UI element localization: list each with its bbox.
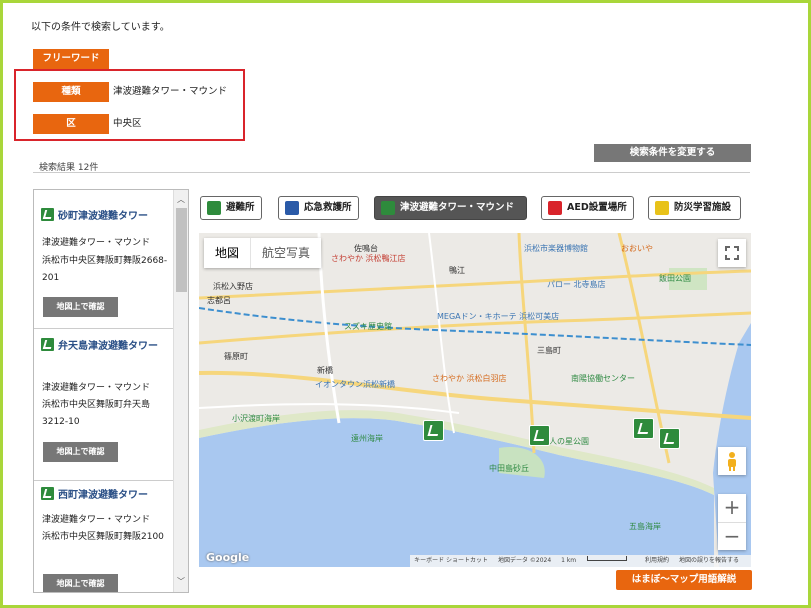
map-glossary-button[interactable]: はまぼ～マップ用語解説 xyxy=(616,570,752,590)
change-conditions-button[interactable]: 検索条件を変更する xyxy=(594,144,751,162)
tsunami-tower-marker[interactable] xyxy=(423,420,444,441)
map-label: イオンタウン浜松新橋 xyxy=(315,380,395,389)
zoom-control[interactable]: + − xyxy=(718,494,746,550)
zoom-out-button[interactable]: − xyxy=(718,523,746,551)
category-tsunami-tower-button[interactable]: 津波避難タワー・マウンド xyxy=(374,196,527,220)
map-label: 三島町 xyxy=(537,346,561,355)
map-label: 浜松入野店 xyxy=(213,282,253,291)
shelter-icon xyxy=(207,201,221,215)
first-aid-icon xyxy=(285,201,299,215)
tsunami-tower-marker[interactable] xyxy=(529,425,550,446)
scale-text: 1 km xyxy=(561,556,635,564)
terms-link[interactable]: 利用規約 xyxy=(645,557,669,564)
learning-facility-icon xyxy=(655,201,669,215)
scrollbar-thumb[interactable] xyxy=(176,208,187,292)
map-label: 篠原町 xyxy=(224,352,248,361)
map-label: 中田島砂丘 xyxy=(489,464,529,473)
results-list[interactable]: 砂町津波避難タワー 津波避難タワー・マウンド 浜松市中央区舞阪町舞阪2668-2… xyxy=(33,189,189,593)
freeword-label: フリーワード xyxy=(33,49,109,69)
report-error-link[interactable]: 地図の誤りを報告する xyxy=(679,557,739,564)
fullscreen-icon xyxy=(725,246,739,260)
map-label: スズキ歴史館 xyxy=(344,322,392,331)
item-type: 津波避難タワー・マウンド xyxy=(42,515,151,525)
map-label: MEGAドン・キホーテ 浜松可美店 xyxy=(437,312,560,321)
map-label: 南陽協働センター xyxy=(571,374,635,383)
map-label: 浜松市楽器博物館 xyxy=(524,244,588,253)
map-tab-satellite[interactable]: 航空写真 xyxy=(250,238,321,268)
tsunami-tower-icon xyxy=(381,201,395,215)
show-on-map-button[interactable]: 地図上で確認 xyxy=(43,442,118,462)
item-address: 浜松市中央区舞阪町弁天島3212-10 xyxy=(42,400,151,427)
list-item: 弁天島津波避難タワー 津波避難タワー・マウンド 浜松市中央区舞阪町弁天島3212… xyxy=(34,329,173,481)
map-label: パロー 北寺島店 xyxy=(547,280,606,289)
item-title[interactable]: 砂町津波避難タワー xyxy=(41,208,171,224)
ward-label: 区 xyxy=(33,114,109,134)
aed-icon xyxy=(548,201,562,215)
map-label: 志都呂 xyxy=(207,296,231,305)
item-title[interactable]: 弁天島津波避難タワー xyxy=(41,338,171,354)
list-scrollbar[interactable]: ︿ ﹀ xyxy=(173,190,188,592)
map-label: さわやか 浜松鴨江店 xyxy=(331,254,406,263)
chevron-up-icon[interactable]: ︿ xyxy=(177,194,185,205)
divider xyxy=(33,172,750,173)
map-label: 小沢渡町海岸 xyxy=(232,414,280,423)
item-type: 津波避難タワー・マウンド xyxy=(42,238,151,248)
zoom-in-button[interactable]: + xyxy=(718,494,746,522)
category-aed-button[interactable]: AED設置場所 xyxy=(541,196,634,220)
item-title[interactable]: 西町津波避難タワー xyxy=(41,487,171,503)
map-label: おおいや xyxy=(621,244,653,253)
map-label: 遠州海岸 xyxy=(351,434,383,443)
map-label: 鴨江 xyxy=(449,266,465,275)
search-conditions-intro: 以下の条件で検索しています。 xyxy=(31,22,170,33)
pegman-icon xyxy=(728,452,736,471)
type-label: 種類 xyxy=(33,82,109,102)
google-logo: Google xyxy=(206,551,250,564)
tsunami-tower-marker[interactable] xyxy=(633,418,654,439)
category-learning-button[interactable]: 防災学習施設 xyxy=(648,196,741,220)
scale-bar xyxy=(587,556,628,561)
item-type: 津波避難タワー・マウンド xyxy=(42,383,151,393)
chevron-down-icon[interactable]: ﹀ xyxy=(177,576,185,587)
map-data-text: 地図データ ©2024 xyxy=(497,557,552,564)
list-item: 西町津波避難タワー 津波避難タワー・マウンド 浜松市中央区舞阪町舞阪2100 地… xyxy=(34,481,173,592)
category-shelter-button[interactable]: 避難所 xyxy=(200,196,262,220)
item-address: 浜松市中央区舞阪町舞阪2668-201 xyxy=(42,256,168,283)
map-attribution: キーボード ショートカット 地図データ ©2024 1 km 利用規約 地図の誤… xyxy=(410,555,751,567)
type-value: 津波避難タワー・マウンド xyxy=(113,86,228,97)
ward-value: 中央区 xyxy=(113,118,142,129)
fullscreen-button[interactable] xyxy=(718,239,746,267)
show-on-map-button[interactable]: 地図上で確認 xyxy=(43,297,118,317)
category-first-aid-button[interactable]: 応急救護所 xyxy=(278,196,359,220)
tsunami-tower-icon xyxy=(41,338,54,351)
map-label: 五島海岸 xyxy=(629,522,661,531)
map-label: 新橋 xyxy=(317,366,333,375)
map-type-control[interactable]: 地図 航空写真 xyxy=(204,238,322,268)
map-label: さわやか 浜松白羽店 xyxy=(432,374,507,383)
street-view-button[interactable] xyxy=(718,447,746,475)
map-label: 飯田公園 xyxy=(659,274,691,283)
tsunami-tower-icon xyxy=(41,487,54,500)
map-label: 人の星公園 xyxy=(549,437,589,446)
map-view[interactable]: 佐鳴台 さわやか 浜松鴨江店 鴨江 浜松市楽器博物館 おおいや 浜松入野店 志都… xyxy=(199,233,751,567)
show-on-map-button[interactable]: 地図上で確認 xyxy=(43,574,118,592)
list-item: 砂町津波避難タワー 津波避難タワー・マウンド 浜松市中央区舞阪町舞阪2668-2… xyxy=(34,190,173,329)
item-address: 浜松市中央区舞阪町舞阪2100 xyxy=(42,532,164,542)
tsunami-tower-marker[interactable] xyxy=(659,428,680,449)
tsunami-tower-icon xyxy=(41,208,54,221)
keyboard-shortcuts-link[interactable]: キーボード ショートカット xyxy=(414,557,488,564)
map-tab-roadmap[interactable]: 地図 xyxy=(204,238,250,268)
